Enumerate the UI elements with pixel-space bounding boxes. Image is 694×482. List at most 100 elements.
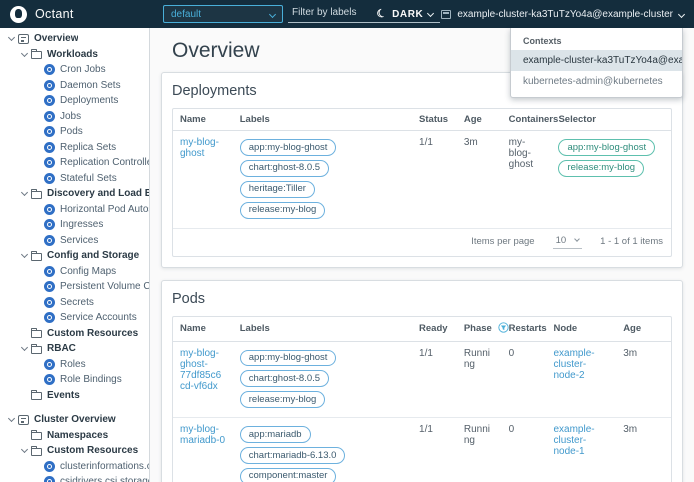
context-option[interactable]: kubernetes-admin@kubernetes [511,71,682,92]
chevron-down-icon[interactable] [20,189,28,197]
sidebar-item-rbac[interactable]: RBAC [0,341,149,357]
sidebar-item-label: RBAC [47,343,76,355]
section-card-deployments: Deployments Name Labels Status Age Containers… [161,72,683,268]
label-tag[interactable]: chart:mariadb-6.13.0 [239,447,346,464]
column-header-labels: Labels [232,109,413,131]
sidebar-item-role-bindings[interactable]: Role Bindings [0,372,149,388]
sidebar-item-label: Daemon Sets [60,79,121,91]
column-header-label: Name [180,323,206,334]
octant-logo-icon [10,5,27,23]
table-cell: Running [456,417,502,482]
resource-icon [44,203,55,215]
resource-icon [44,141,55,153]
sidebar-item-label: Config Maps [60,265,117,277]
label-tag[interactable]: component:master [239,467,337,482]
sidebar-item-daemon-sets[interactable]: Daemon Sets [0,78,149,94]
sidebar-item-events[interactable]: Events [0,388,149,404]
cell-link[interactable]: my-blog-ghost [180,137,219,159]
folder-icon [31,390,42,401]
label-tag[interactable]: chart:ghost-8.0.5 [239,370,330,388]
cell-link[interactable]: example-cluster-node-2 [553,348,594,381]
sidebar-item-clusterinformations-crd-projec[interactable]: clusterinformations.crd.projec [0,459,149,475]
label-tag[interactable]: app:my-blog-ghost [239,349,337,367]
label-tag[interactable]: app:mariadb [239,426,311,443]
sidebar-item-pods[interactable]: Pods [0,124,149,140]
cell-link[interactable]: my-blog-mariadb-0 [180,424,225,446]
sidebar-item-persistent-volume-claims[interactable]: Persistent Volume Claims [0,279,149,295]
label-tag[interactable]: app:my-blog-ghost [239,139,337,156]
sidebar-item-config-and-storage[interactable]: Config and Storage [0,248,149,264]
label-tag[interactable]: release:my-blog [239,201,326,219]
sidebar-item-deployments[interactable]: Deployments [0,93,149,109]
cell-link[interactable]: my-blog-ghost-77df85c6cd-vf6dx [180,348,221,392]
sidebar-item-replica-sets[interactable]: Replica Sets [0,140,149,156]
sidebar-item-cluster-overview[interactable]: Cluster Overview [0,412,149,428]
pagination-footer: Items per page 10 1 - 1 of 1 items [173,229,671,256]
chevron-down-icon[interactable] [7,34,15,42]
cluster-icon [441,9,452,19]
table-cell: 1/1 [412,341,457,419]
label-tag[interactable]: chart:ghost-8.0.5 [239,159,330,177]
sidebar-item-secrets[interactable]: Secrets [0,295,149,311]
sidebar-item-discovery-and-load-balancing[interactable]: Discovery and Load Balancing [0,186,149,202]
section-card-pods: Pods Name Labels Ready Phase Restarts Node Age m… [161,279,683,482]
table-cell: my-blog-mariadb-0 [173,417,233,482]
folder-icon [31,188,42,199]
sidebar-item-stateful-sets[interactable]: Stateful Sets [0,171,149,187]
sidebar-item-csidrivers-csi-storage-k8s-io[interactable]: csidrivers.csi.storage.k8s.io [0,474,149,482]
folder-icon [31,445,42,456]
chevron-down-icon[interactable] [20,344,28,352]
sidebar-item-label: Service Accounts [60,312,137,324]
chevron-down-icon[interactable] [20,446,28,454]
sidebar-item-service-accounts[interactable]: Service Accounts [0,310,149,326]
resource-icon [44,476,55,482]
context-selector-button[interactable]: example-cluster-ka3TuTzYo4a@example-clus… [441,9,686,20]
table-cell: 1/1 [412,130,457,229]
label-tag[interactable]: release:my-blog [239,391,326,409]
resource-icon [44,296,55,308]
sidebar-item-config-maps[interactable]: Config Maps [0,264,149,280]
sidebar-item-label: Overview [34,33,79,45]
sidebar-item-label: Custom Resources [47,327,139,339]
chevron-down-icon[interactable] [7,415,15,423]
sidebar-item-custom-resources[interactable]: Custom Resources [0,443,149,459]
sidebar-item-horizontal-pod-autoscalers[interactable]: Horizontal Pod Autoscalers [0,202,149,218]
section-title: Pods [172,290,206,307]
theme-toggle-label: DARK [392,8,424,20]
context-option[interactable]: example-cluster-ka3TuTzYo4a@example-clu.… [511,50,682,71]
sidebar-item-overview[interactable]: Overview [0,31,149,47]
chevron-down-icon [677,10,686,18]
table-cell: app:my-blog-ghost chart:ghost-8.0.5 releas… [232,341,413,419]
sidebar-item-ingresses[interactable]: Ingresses [0,217,149,233]
column-header-status: Status [412,109,457,131]
sidebar-item-replication-controllers[interactable]: Replication Controllers [0,155,149,171]
sidebar-item-label: Replication Controllers [60,157,149,169]
chevron-down-icon[interactable] [20,49,28,57]
column-header-label: Name [180,114,206,125]
moon-icon: ☾ [374,6,389,21]
cell-link[interactable]: example-cluster-node-1 [553,424,594,457]
column-header-label: Phase [463,323,492,334]
chevron-down-icon[interactable] [20,251,28,259]
sidebar-item-roles[interactable]: Roles [0,357,149,373]
resource-icon [44,157,55,169]
navigation-sidebar: Overview Workloads Cron Jobs Daemon Sets Dep… [0,28,150,482]
label-tag[interactable]: heritage:Tiller [239,180,315,198]
namespace-select[interactable]: default [163,5,283,23]
theme-toggle-button[interactable]: ☾ DARK [374,6,424,21]
sidebar-item-label: Workloads [47,48,98,60]
data-grid: Name Labels Status Age Containers Selector my-… [172,108,672,257]
contexts-dropdown: Contexts example-cluster-ka3TuTzYo4a@exa… [510,28,683,98]
sidebar-item-custom-resources[interactable]: Custom Resources [0,326,149,342]
filter-icon[interactable] [498,321,509,336]
resource-icon [44,234,55,246]
sidebar-item-services[interactable]: Services [0,233,149,249]
sidebar-item-namespaces[interactable]: Namespaces [0,428,149,444]
sidebar-item-workloads[interactable]: Workloads [0,47,149,63]
sidebar-item-label: csidrivers.csi.storage.k8s.io [60,476,149,482]
page-size-select[interactable]: 10 [552,235,583,249]
sidebar-item-jobs[interactable]: Jobs [0,109,149,125]
table-cell: app:my-blog-ghost release:my-blog [551,130,671,229]
sidebar-item-cron-jobs[interactable]: Cron Jobs [0,62,149,78]
folder-icon [31,328,42,339]
